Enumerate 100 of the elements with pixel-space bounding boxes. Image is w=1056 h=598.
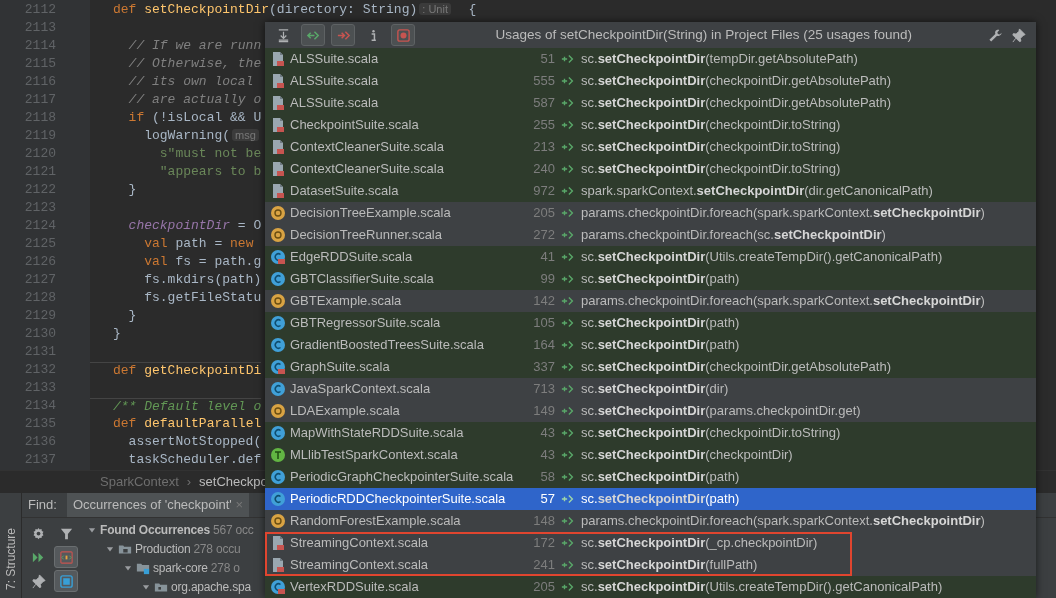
trait-icon <box>270 447 286 463</box>
file-icon <box>270 95 286 111</box>
usage-code: sc.setCheckpointDir(_cp.checkpointDir) <box>581 534 819 553</box>
file-name: GBTRegressorSuite.scala <box>289 314 442 333</box>
line-number: 57 <box>539 490 555 509</box>
pin-icon <box>30 573 46 589</box>
file-name: StreamingContext.scala <box>289 556 429 575</box>
file-name: LDAExample.scala <box>289 402 401 421</box>
line-number: 58 <box>539 468 555 487</box>
read-access-icon <box>561 184 575 198</box>
usage-code: sc.setCheckpointDir(checkpointDir.toString) <box>581 424 842 443</box>
file-name: DecisionTreeRunner.scala <box>289 226 443 245</box>
result-row[interactable]: LDAExample.scala 149 sc.setCheckpointDir(params.checkpointDir.get) <box>265 400 1036 422</box>
code-line: assertNotStopped( <box>127 434 262 451</box>
line-number: 205 <box>532 578 555 597</box>
line-number: 555 <box>532 72 555 91</box>
object-icon <box>270 513 286 529</box>
result-row[interactable]: MapWithStateRDDSuite.scala 43 sc.setCheckpointDir(checkpointDir.toString) <box>265 422 1036 444</box>
settings-icon[interactable] <box>988 27 1003 43</box>
result-row[interactable]: GBTRegressorSuite.scala 105 sc.setCheckpointDir(path) <box>265 312 1036 334</box>
result-row[interactable]: GBTClassifierSuite.scala 99 sc.setCheckpointDir(path) <box>265 268 1036 290</box>
result-row[interactable]: StreamingContext.scala 172 sc.setCheckpointDir(_cp.checkpointDir) <box>265 532 1036 554</box>
file-name: ALSSuite.scala <box>289 50 380 69</box>
read-access-icon <box>561 514 575 528</box>
read-access-icon <box>561 96 575 110</box>
file-icon <box>270 161 286 177</box>
result-row[interactable]: PeriodicGraphCheckpointerSuite.scala 58 sc.setCheckpointDir(path) <box>265 466 1036 488</box>
file-name: MapWithStateRDDSuite.scala <box>289 424 465 443</box>
tree-label[interactable]: spark-core <box>153 558 208 577</box>
line-number: 205 <box>532 204 555 223</box>
result-row[interactable]: ALSSuite.scala 587 sc.setCheckpointDir(checkpointDir.getAbsolutePath) <box>265 92 1036 114</box>
toolbar-button[interactable] <box>54 570 78 592</box>
class-icon <box>270 337 286 353</box>
result-row[interactable]: DecisionTreeRunner.scala 272 params.checkpointDir.foreach(sc.setCheckpointDir) <box>265 224 1036 246</box>
result-row[interactable]: DatasetSuite.scala 972 spark.sparkContext.setCheckpointDir(dir.getCanonicalPath) <box>265 180 1036 202</box>
line-number: 272 <box>532 226 555 245</box>
usage-code: sc.setCheckpointDir(checkpointDir.toString) <box>581 160 842 179</box>
line-number: 972 <box>532 182 555 201</box>
tool-window-label[interactable]: 7: Structure <box>1 527 20 590</box>
read-access-icon <box>561 426 575 440</box>
usage-code: sc.setCheckpointDir(path) <box>581 270 741 289</box>
result-row[interactable]: PeriodicRDDCheckpointerSuite.scala 57 sc.setCheckpointDir(path) <box>265 488 1036 510</box>
usage-code: sc.setCheckpointDir(checkpointDir.getAbsolutePath) <box>581 72 892 91</box>
result-row[interactable]: ContextCleanerSuite.scala 240 sc.setCheckpointDir(checkpointDir.toString) <box>265 158 1036 180</box>
result-row[interactable]: GBTExample.scala 142 params.checkpointDir.foreach(spark.sparkContext.setCheckpointDir) <box>265 290 1036 312</box>
tree-label[interactable]: Found Occurrences <box>100 520 210 539</box>
result-row[interactable]: GradientBoostedTreesSuite.scala 164 sc.setCheckpointDir(path) <box>265 334 1036 356</box>
read-access-icon <box>561 272 575 286</box>
class-icon <box>270 249 286 265</box>
result-row[interactable]: ContextCleanerSuite.scala 213 sc.setCheckpointDir(checkpointDir.toString) <box>265 136 1036 158</box>
code-line: } <box>127 182 137 199</box>
usage-code: params.checkpointDir.foreach(spark.sparkContext.setCheckpointDir) <box>581 204 986 223</box>
result-row[interactable]: RandomForestExample.scala 148 params.checkpointDir.foreach(spark.sparkContext.setCheckpointDir) <box>265 510 1036 532</box>
toolbar-button[interactable] <box>301 24 325 46</box>
class-icon <box>270 359 286 375</box>
results-tab[interactable]: Occurrences of 'checkpoint' × <box>66 493 249 517</box>
read-access-icon <box>561 558 575 572</box>
usage-code: sc.setCheckpointDir(path) <box>581 336 741 355</box>
line-number: 99 <box>539 270 555 289</box>
usage-code: sc.setCheckpointDir(Utils.createTempDir().getCanonicalPath) <box>581 578 944 597</box>
result-row[interactable]: CheckpointSuite.scala 255 sc.setCheckpointDir(checkpointDir.toString) <box>265 114 1036 136</box>
usage-code: sc.setCheckpointDir(dir) <box>581 380 730 399</box>
file-icon <box>270 139 286 155</box>
usage-code: sc.setCheckpointDir(params.checkpointDir.get) <box>581 402 862 421</box>
line-number: 241 <box>532 556 555 575</box>
read-access-icon <box>561 316 575 330</box>
pin-icon[interactable] <box>1011 27 1026 43</box>
read-access-icon <box>561 162 575 176</box>
object-icon <box>270 227 286 243</box>
class-icon <box>270 381 286 397</box>
line-number: 213 <box>532 138 555 157</box>
autoscroll-icon <box>58 573 74 589</box>
class-icon <box>270 491 286 507</box>
usage-code: sc.setCheckpointDir(path) <box>581 468 741 487</box>
tree-label[interactable]: Production <box>135 539 191 558</box>
result-row[interactable]: ALSSuite.scala 555 sc.setCheckpointDir(checkpointDir.getAbsolutePath) <box>265 70 1036 92</box>
result-row[interactable]: JavaSparkContext.scala 713 sc.setCheckpointDir(dir) <box>265 378 1036 400</box>
file-name: ContextCleanerSuite.scala <box>289 160 445 179</box>
object-icon <box>270 293 286 309</box>
result-row[interactable]: GraphSuite.scala 337 sc.setCheckpointDir(checkpointDir.getAbsolutePath) <box>265 356 1036 378</box>
read-access-icon <box>561 536 575 550</box>
class-icon <box>270 425 286 441</box>
result-row[interactable]: StreamingContext.scala 241 sc.setCheckpointDir(fullPath) <box>265 554 1036 576</box>
class-icon <box>270 579 286 595</box>
read-access-icon <box>561 140 575 154</box>
breadcrumb-item[interactable]: setCheckpo <box>199 471 268 492</box>
file-name: GradientBoostedTreesSuite.scala <box>289 336 485 355</box>
code-line: } <box>127 308 137 325</box>
usage-code: sc.setCheckpointDir(tempDir.getAbsolutePath) <box>581 50 859 69</box>
result-row[interactable]: DecisionTreeExample.scala 205 params.checkpointDir.foreach(spark.sparkContext.setCheckpointDir) <box>265 202 1036 224</box>
tree-label[interactable]: org.apache.spa <box>171 577 251 596</box>
code-line: fs.getFileStatu <box>143 290 262 307</box>
code-line: s"must not be <box>158 146 262 163</box>
result-row[interactable]: VertexRDDSuite.scala 205 sc.setCheckpointDir(Utils.createTempDir().getCanonicalPath) <box>265 576 1036 598</box>
file-name: JavaSparkContext.scala <box>289 380 432 399</box>
line-number: 240 <box>532 160 555 179</box>
result-row[interactable]: MLlibTestSparkContext.scala 43 sc.setCheckpointDir(checkpointDir) <box>265 444 1036 466</box>
read-access-icon <box>561 448 575 462</box>
result-row[interactable]: EdgeRDDSuite.scala 41 sc.setCheckpointDir(Utils.createTempDir().getCanonicalPath) <box>265 246 1036 268</box>
result-row[interactable]: ALSSuite.scala 51 sc.setCheckpointDir(tempDir.getAbsolutePath) <box>265 48 1036 70</box>
